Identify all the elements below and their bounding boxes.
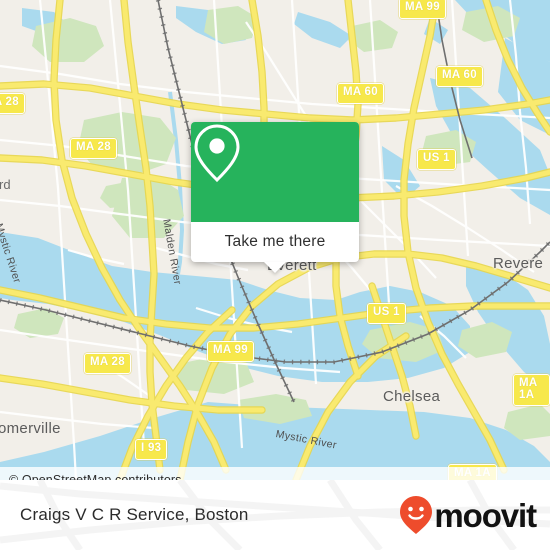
highway-shield-ma-99-north[interactable]: MA 99 — [399, 0, 446, 19]
page-title: Craigs V C R Service, Boston — [20, 505, 249, 524]
map-pin-icon — [194, 124, 240, 183]
highway-shield-us-1-south[interactable]: US 1 — [367, 303, 406, 324]
popup-header — [191, 122, 359, 222]
highway-shield-i-93[interactable]: I 93 — [135, 439, 168, 460]
footer-bar: Craigs V C R Service, Boston moovit — [0, 480, 550, 550]
screenshot-root: Revere Chelsea Everett omerville rd Myst… — [0, 0, 550, 550]
highway-shield-ma-1a-east[interactable]: MA 1A — [513, 374, 550, 406]
moovit-wordmark: moovit — [434, 496, 537, 534]
moovit-brand-logo[interactable]: moovit — [399, 495, 537, 535]
highway-shield-ma-28-north[interactable]: MA 28 — [70, 138, 117, 159]
highway-shield-us-1-north[interactable]: US 1 — [417, 149, 456, 170]
take-me-there-button[interactable]: Take me there — [191, 222, 359, 262]
highway-shield-ma-28-edge[interactable]: MA 28 — [0, 93, 25, 114]
osm-attribution[interactable]: © OpenStreetMap contributors — [0, 467, 550, 480]
highway-shield-ma-28-south[interactable]: MA 28 — [84, 353, 131, 374]
popup-pointer-tail — [264, 262, 286, 273]
moovit-smiley-pin-icon — [400, 496, 433, 534]
highway-shield-ma-99-south[interactable]: MA 99 — [207, 341, 254, 362]
map-canvas[interactable]: Revere Chelsea Everett omerville rd Myst… — [0, 0, 550, 480]
highway-shield-ma-60-east[interactable]: MA 60 — [436, 66, 483, 87]
location-popup-card[interactable]: Take me there — [191, 122, 359, 273]
highway-shield-ma-60-west[interactable]: MA 60 — [337, 83, 384, 104]
